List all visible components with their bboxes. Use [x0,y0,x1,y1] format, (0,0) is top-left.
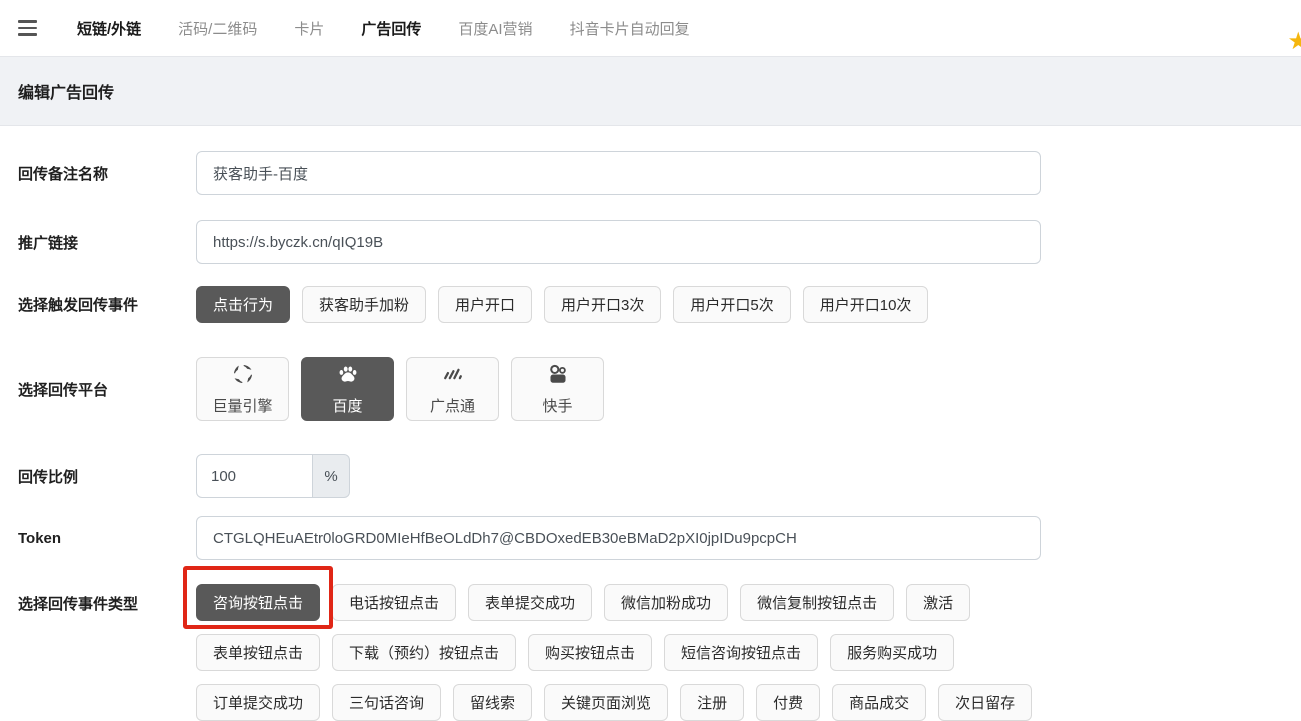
trigger-option-chip[interactable]: 用户开口 [438,286,532,323]
event-type-chip[interactable]: 微信复制按钮点击 [740,584,894,621]
token-input[interactable] [196,516,1041,560]
menu-hamburger-icon[interactable] [18,18,37,38]
event-type-chip[interactable]: 下载（预约）按钮点击 [332,634,516,671]
ratio-label: 回传比例 [18,466,196,487]
promo-link-input[interactable] [196,220,1041,264]
event-type-options: 咨询按钮点击电话按钮点击表单提交成功微信加粉成功微信复制按钮点击激活表单按钮点击… [196,584,1283,721]
event-type-row: 咨询按钮点击电话按钮点击表单提交成功微信加粉成功微信复制按钮点击激活 [196,584,1283,621]
form-row-link: 推广链接 [18,220,1283,264]
event-type-chip[interactable]: 表单按钮点击 [196,634,320,671]
platform-card[interactable]: 巨量引擎 [196,357,289,421]
platform-card[interactable]: 广点通 [406,357,499,421]
nav-tab[interactable]: 短链/外链 [77,18,141,39]
platform-card-label: 广点通 [430,395,475,416]
remark-label: 回传备注名称 [18,163,196,184]
trigger-event-options: 点击行为获客助手加粉用户开口用户开口3次用户开口5次用户开口10次 [196,286,1283,323]
highlight-annotation-box [183,566,333,629]
event-type-chip[interactable]: 订单提交成功 [196,684,320,721]
event-type-chip[interactable]: 留线索 [453,684,532,721]
platform-card-label: 巨量引擎 [212,395,272,416]
trigger-option-chip[interactable]: 用户开口5次 [673,286,790,323]
event-type-chip[interactable]: 咨询按钮点击 [196,584,320,621]
top-nav: 短链/外链 活码/二维码 卡片 广告回传 百度AI营销 抖音卡片自动回复 ★ [0,0,1301,56]
oceanengine-icon [232,363,254,390]
event-type-chip[interactable]: 服务购买成功 [830,634,954,671]
promo-link-label: 推广链接 [18,232,196,253]
percent-addon: % [313,454,350,498]
platform-card-label: 百度 [332,395,362,416]
form-row-platform: 选择回传平台 巨量引擎 百度 广点通 快手 [18,357,1283,421]
event-type-chip[interactable]: 表单提交成功 [468,584,592,621]
nav-tab[interactable]: 活码/二维码 [178,18,257,39]
nav-tab[interactable]: 抖音卡片自动回复 [570,18,690,39]
platform-label: 选择回传平台 [18,379,196,400]
kuaishou-icon [547,363,569,390]
trigger-event-label: 选择触发回传事件 [18,294,196,315]
baidu-paw-icon [337,363,359,390]
event-type-chip[interactable]: 微信加粉成功 [604,584,728,621]
event-type-chip[interactable]: 关键页面浏览 [544,684,668,721]
form-row-event-type: 选择回传事件类型 咨询按钮点击电话按钮点击表单提交成功微信加粉成功微信复制按钮点… [18,584,1283,721]
platform-card-label: 快手 [542,395,572,416]
nav-tabs: 短链/外链 活码/二维码 卡片 广告回传 百度AI营销 抖音卡片自动回复 [77,18,690,39]
nav-tab[interactable]: 百度AI营销 [458,18,532,39]
nav-tab[interactable]: 卡片 [294,18,324,39]
token-label: Token [18,530,196,547]
form-row-token: Token [18,516,1283,560]
trigger-option-chip[interactable]: 获客助手加粉 [302,286,426,323]
event-type-chip[interactable]: 注册 [680,684,744,721]
event-type-chip[interactable]: 短信咨询按钮点击 [664,634,818,671]
event-type-chip[interactable]: 付费 [756,684,820,721]
event-type-label: 选择回传事件类型 [18,593,196,614]
platform-card[interactable]: 百度 [301,357,394,421]
trigger-option-chip[interactable]: 点击行为 [196,286,290,323]
edit-callback-form: 回传备注名称 推广链接 选择触发回传事件 点击行为获客助手加粉用户开口用户开口3… [0,126,1301,721]
page-header: 编辑广告回传 [0,56,1301,126]
ratio-input[interactable] [196,454,313,498]
trigger-option-chip[interactable]: 用户开口3次 [544,286,661,323]
event-type-chip[interactable]: 次日留存 [938,684,1032,721]
event-type-chip[interactable]: 三句话咨询 [332,684,441,721]
platform-card[interactable]: 快手 [511,357,604,421]
event-type-chip[interactable]: 商品成交 [832,684,926,721]
remark-input[interactable] [196,151,1041,195]
vip-star-icon: ★ [1287,30,1301,54]
event-type-chip[interactable]: 电话按钮点击 [332,584,456,621]
event-type-row: 表单按钮点击下载（预约）按钮点击购买按钮点击短信咨询按钮点击服务购买成功 [196,634,1283,671]
guangdiantong-icon [442,363,464,390]
form-row-remark: 回传备注名称 [18,151,1283,195]
form-row-trigger-event: 选择触发回传事件 点击行为获客助手加粉用户开口用户开口3次用户开口5次用户开口1… [18,286,1283,323]
nav-tab[interactable]: 广告回传 [361,18,421,39]
trigger-option-chip[interactable]: 用户开口10次 [803,286,929,323]
form-row-ratio: 回传比例 % [18,454,1283,498]
platform-options: 巨量引擎 百度 广点通 快手 [196,357,1283,421]
event-type-row: 订单提交成功三句话咨询留线索关键页面浏览注册付费商品成交次日留存 [196,684,1283,721]
event-type-chip[interactable]: 购买按钮点击 [528,634,652,671]
ratio-input-group: % [196,454,350,498]
event-type-chip[interactable]: 激活 [906,584,970,621]
page-title: 编辑广告回传 [18,79,114,103]
